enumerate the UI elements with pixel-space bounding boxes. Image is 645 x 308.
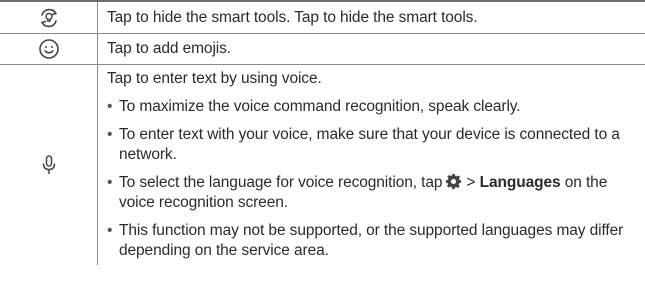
table-row: Tap to enter text by using voice. • To ma… — [0, 64, 645, 266]
row-description: Tap to enter text by using voice. • To ma… — [98, 65, 645, 266]
bullet-marker: • — [107, 126, 113, 143]
bullet-marker: • — [107, 98, 113, 115]
row-description: Tap to add emojis. — [97, 33, 645, 65]
bullet-text-before: To select the language for voice recogni… — [119, 174, 443, 191]
table-row: Tap to add emojis. — [0, 33, 645, 65]
voice-intro: Tap to enter text by using voice. — [107, 70, 322, 87]
bullet-item: • This function may not be supported, or … — [107, 221, 645, 261]
arrow-symbol: > — [466, 174, 476, 191]
bullet-marker: • — [107, 174, 113, 191]
table-row: Tap to hide the smart tools. Tap to hide… — [0, 0, 645, 34]
icon-cell — [0, 33, 98, 65]
bullet-text: This function may not be supported, or t… — [119, 222, 624, 259]
bullet-text: To maximize the voice command recognitio… — [119, 98, 521, 115]
bullet-item: • To maximize the voice command recogniti… — [107, 97, 645, 117]
bullet-text: To enter text with your voice, make sure… — [119, 126, 620, 163]
languages-label: Languages — [479, 174, 561, 191]
bullet-item: • To enter text with your voice, make sur… — [107, 125, 645, 165]
bullet-item: • To select the language for voice recogn… — [107, 173, 645, 213]
icon-cell — [0, 64, 98, 265]
bullet-marker: • — [107, 222, 113, 239]
smart-tools-refresh-icon — [40, 8, 57, 27]
icon-cell — [0, 0, 98, 34]
feature-table: Tap to hide the smart tools. Tap to hide… — [0, 0, 645, 265]
row-description: Tap to hide the smart tools. Tap to hide… — [97, 0, 645, 34]
microphone-icon — [42, 155, 55, 174]
smiley-face-icon — [38, 39, 59, 59]
gear-icon — [446, 173, 462, 190]
